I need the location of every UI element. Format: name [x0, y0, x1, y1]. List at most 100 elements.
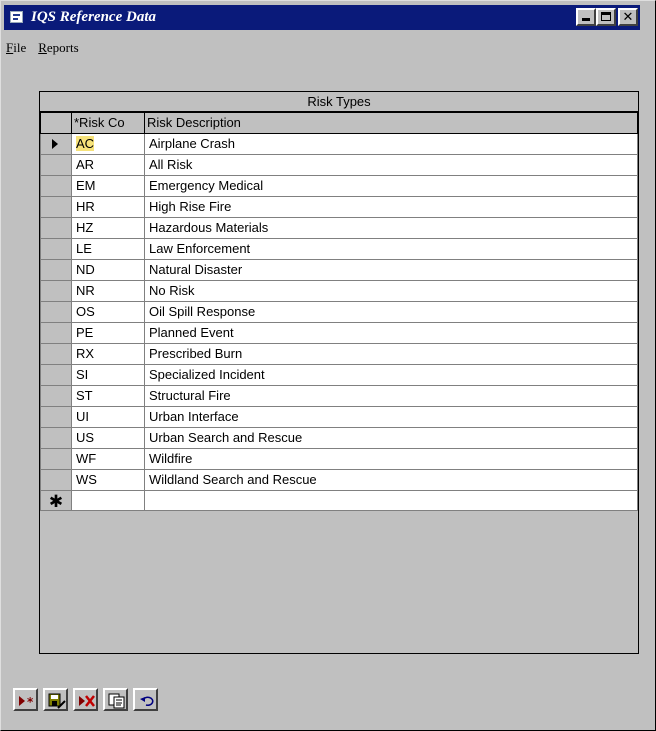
risk-code-cell[interactable]: ST [71, 385, 145, 407]
risk-description-cell[interactable]: Urban Interface [144, 406, 638, 428]
risk-code-cell[interactable]: OS [71, 301, 145, 323]
row-selector[interactable] [40, 364, 72, 386]
row-selector[interactable] [40, 280, 72, 302]
row-selector[interactable] [40, 217, 72, 239]
menu-file[interactable]: File [4, 40, 34, 56]
risk-code-cell[interactable]: UI [71, 406, 145, 428]
risk-description-cell[interactable]: Airplane Crash [144, 133, 638, 155]
row-selector[interactable] [40, 406, 72, 428]
row-selector[interactable] [40, 343, 72, 365]
app-icon[interactable] [10, 11, 25, 24]
risk-description-cell[interactable]: All Risk [144, 154, 638, 176]
row-selector[interactable] [40, 196, 72, 218]
table-row[interactable]: HZ Hazardous Materials [40, 217, 638, 239]
copy-record-icon [108, 693, 125, 709]
table-row[interactable]: EM Emergency Medical [40, 175, 638, 197]
table-row[interactable]: LE Law Enforcement [40, 238, 638, 260]
row-selector[interactable] [40, 259, 72, 281]
risk-description-cell[interactable]: Law Enforcement [144, 238, 638, 260]
new-record-row[interactable]: ✱ [40, 490, 638, 511]
risk-types-grid[interactable]: Risk Types *Risk Co Risk Description AC A… [39, 91, 639, 654]
risk-code-cell[interactable]: AC [71, 133, 145, 155]
column-header-risk-description[interactable]: Risk Description [144, 112, 638, 134]
row-selector[interactable] [40, 133, 72, 155]
risk-description-cell[interactable]: Hazardous Materials [144, 217, 638, 239]
table-row[interactable]: HR High Rise Fire [40, 196, 638, 218]
table-row[interactable]: US Urban Search and Rescue [40, 427, 638, 449]
save-record-button[interactable] [43, 688, 68, 711]
menu-bar: File Reports [4, 38, 87, 58]
risk-description-cell[interactable]: Prescribed Burn [144, 343, 638, 365]
row-selector[interactable] [40, 448, 72, 470]
table-row[interactable]: ND Natural Disaster [40, 259, 638, 281]
risk-code-cell[interactable]: WF [71, 448, 145, 470]
risk-code-cell[interactable]: ND [71, 259, 145, 281]
table-row[interactable]: SI Specialized Incident [40, 364, 638, 386]
new-record-icon: * [19, 695, 34, 709]
new-record-button[interactable]: * [13, 688, 38, 711]
risk-code-text: LE [76, 241, 92, 256]
risk-code-cell[interactable]: LE [71, 238, 145, 260]
new-risk-description-cell[interactable] [144, 490, 638, 511]
undo-button[interactable] [133, 688, 158, 711]
risk-code-cell[interactable]: WS [71, 469, 145, 491]
risk-description-cell[interactable]: High Rise Fire [144, 196, 638, 218]
window-title: IQS Reference Data [31, 9, 156, 25]
close-button[interactable]: ✕ [618, 8, 638, 26]
risk-code-cell[interactable]: AR [71, 154, 145, 176]
header-selector[interactable] [40, 112, 72, 134]
risk-description-cell[interactable]: Planned Event [144, 322, 638, 344]
table-row[interactable]: NR No Risk [40, 280, 638, 302]
new-row-selector[interactable]: ✱ [40, 490, 72, 511]
row-selector[interactable] [40, 427, 72, 449]
row-selector[interactable] [40, 469, 72, 491]
row-selector[interactable] [40, 154, 72, 176]
app-window: IQS Reference Data ✕ File Reports Risk T… [0, 0, 656, 731]
row-selector[interactable] [40, 385, 72, 407]
table-row[interactable]: AC Airplane Crash [40, 133, 638, 155]
risk-description-cell[interactable]: Emergency Medical [144, 175, 638, 197]
risk-description-cell[interactable]: Wildland Search and Rescue [144, 469, 638, 491]
risk-description-cell[interactable]: Wildfire [144, 448, 638, 470]
risk-code-cell[interactable]: HZ [71, 217, 145, 239]
risk-code-cell[interactable]: PE [71, 322, 145, 344]
new-record-marker-icon: ✱ [48, 492, 64, 511]
risk-code-cell[interactable]: HR [71, 196, 145, 218]
table-row[interactable]: RX Prescribed Burn [40, 343, 638, 365]
table-row[interactable]: WF Wildfire [40, 448, 638, 470]
risk-description-cell[interactable]: No Risk [144, 280, 638, 302]
column-header-risk-code[interactable]: *Risk Co [71, 112, 145, 134]
table-row[interactable]: WS Wildland Search and Rescue [40, 469, 638, 491]
risk-code-cell[interactable]: EM [71, 175, 145, 197]
grid-caption: Risk Types [40, 92, 638, 112]
risk-code-cell[interactable]: RX [71, 343, 145, 365]
maximize-button[interactable] [596, 8, 616, 26]
menu-reports-mnemonic: R [38, 40, 47, 55]
new-risk-code-cell[interactable] [71, 490, 145, 511]
minimize-button[interactable] [576, 8, 596, 26]
row-selector[interactable] [40, 238, 72, 260]
risk-description-cell[interactable]: Urban Search and Rescue [144, 427, 638, 449]
table-row[interactable]: ST Structural Fire [40, 385, 638, 407]
risk-code-cell[interactable]: SI [71, 364, 145, 386]
copy-record-button[interactable] [103, 688, 128, 711]
table-row[interactable]: UI Urban Interface [40, 406, 638, 428]
risk-code-cell[interactable]: NR [71, 280, 145, 302]
risk-code-text: RX [76, 346, 95, 361]
row-selector[interactable] [40, 175, 72, 197]
title-bar[interactable]: IQS Reference Data ✕ [4, 5, 640, 30]
menu-reports-rest: eports [46, 40, 79, 55]
risk-description-cell[interactable]: Specialized Incident [144, 364, 638, 386]
row-selector[interactable] [40, 322, 72, 344]
risk-description-cell[interactable]: Structural Fire [144, 385, 638, 407]
risk-description-cell[interactable]: Oil Spill Response [144, 301, 638, 323]
menu-reports[interactable]: Reports [34, 40, 86, 56]
table-row[interactable]: PE Planned Event [40, 322, 638, 344]
delete-record-button[interactable] [73, 688, 98, 711]
risk-description-cell[interactable]: Natural Disaster [144, 259, 638, 281]
svg-text:*: * [27, 695, 34, 709]
table-row[interactable]: AR All Risk [40, 154, 638, 176]
row-selector[interactable] [40, 301, 72, 323]
table-row[interactable]: OS Oil Spill Response [40, 301, 638, 323]
risk-code-cell[interactable]: US [71, 427, 145, 449]
